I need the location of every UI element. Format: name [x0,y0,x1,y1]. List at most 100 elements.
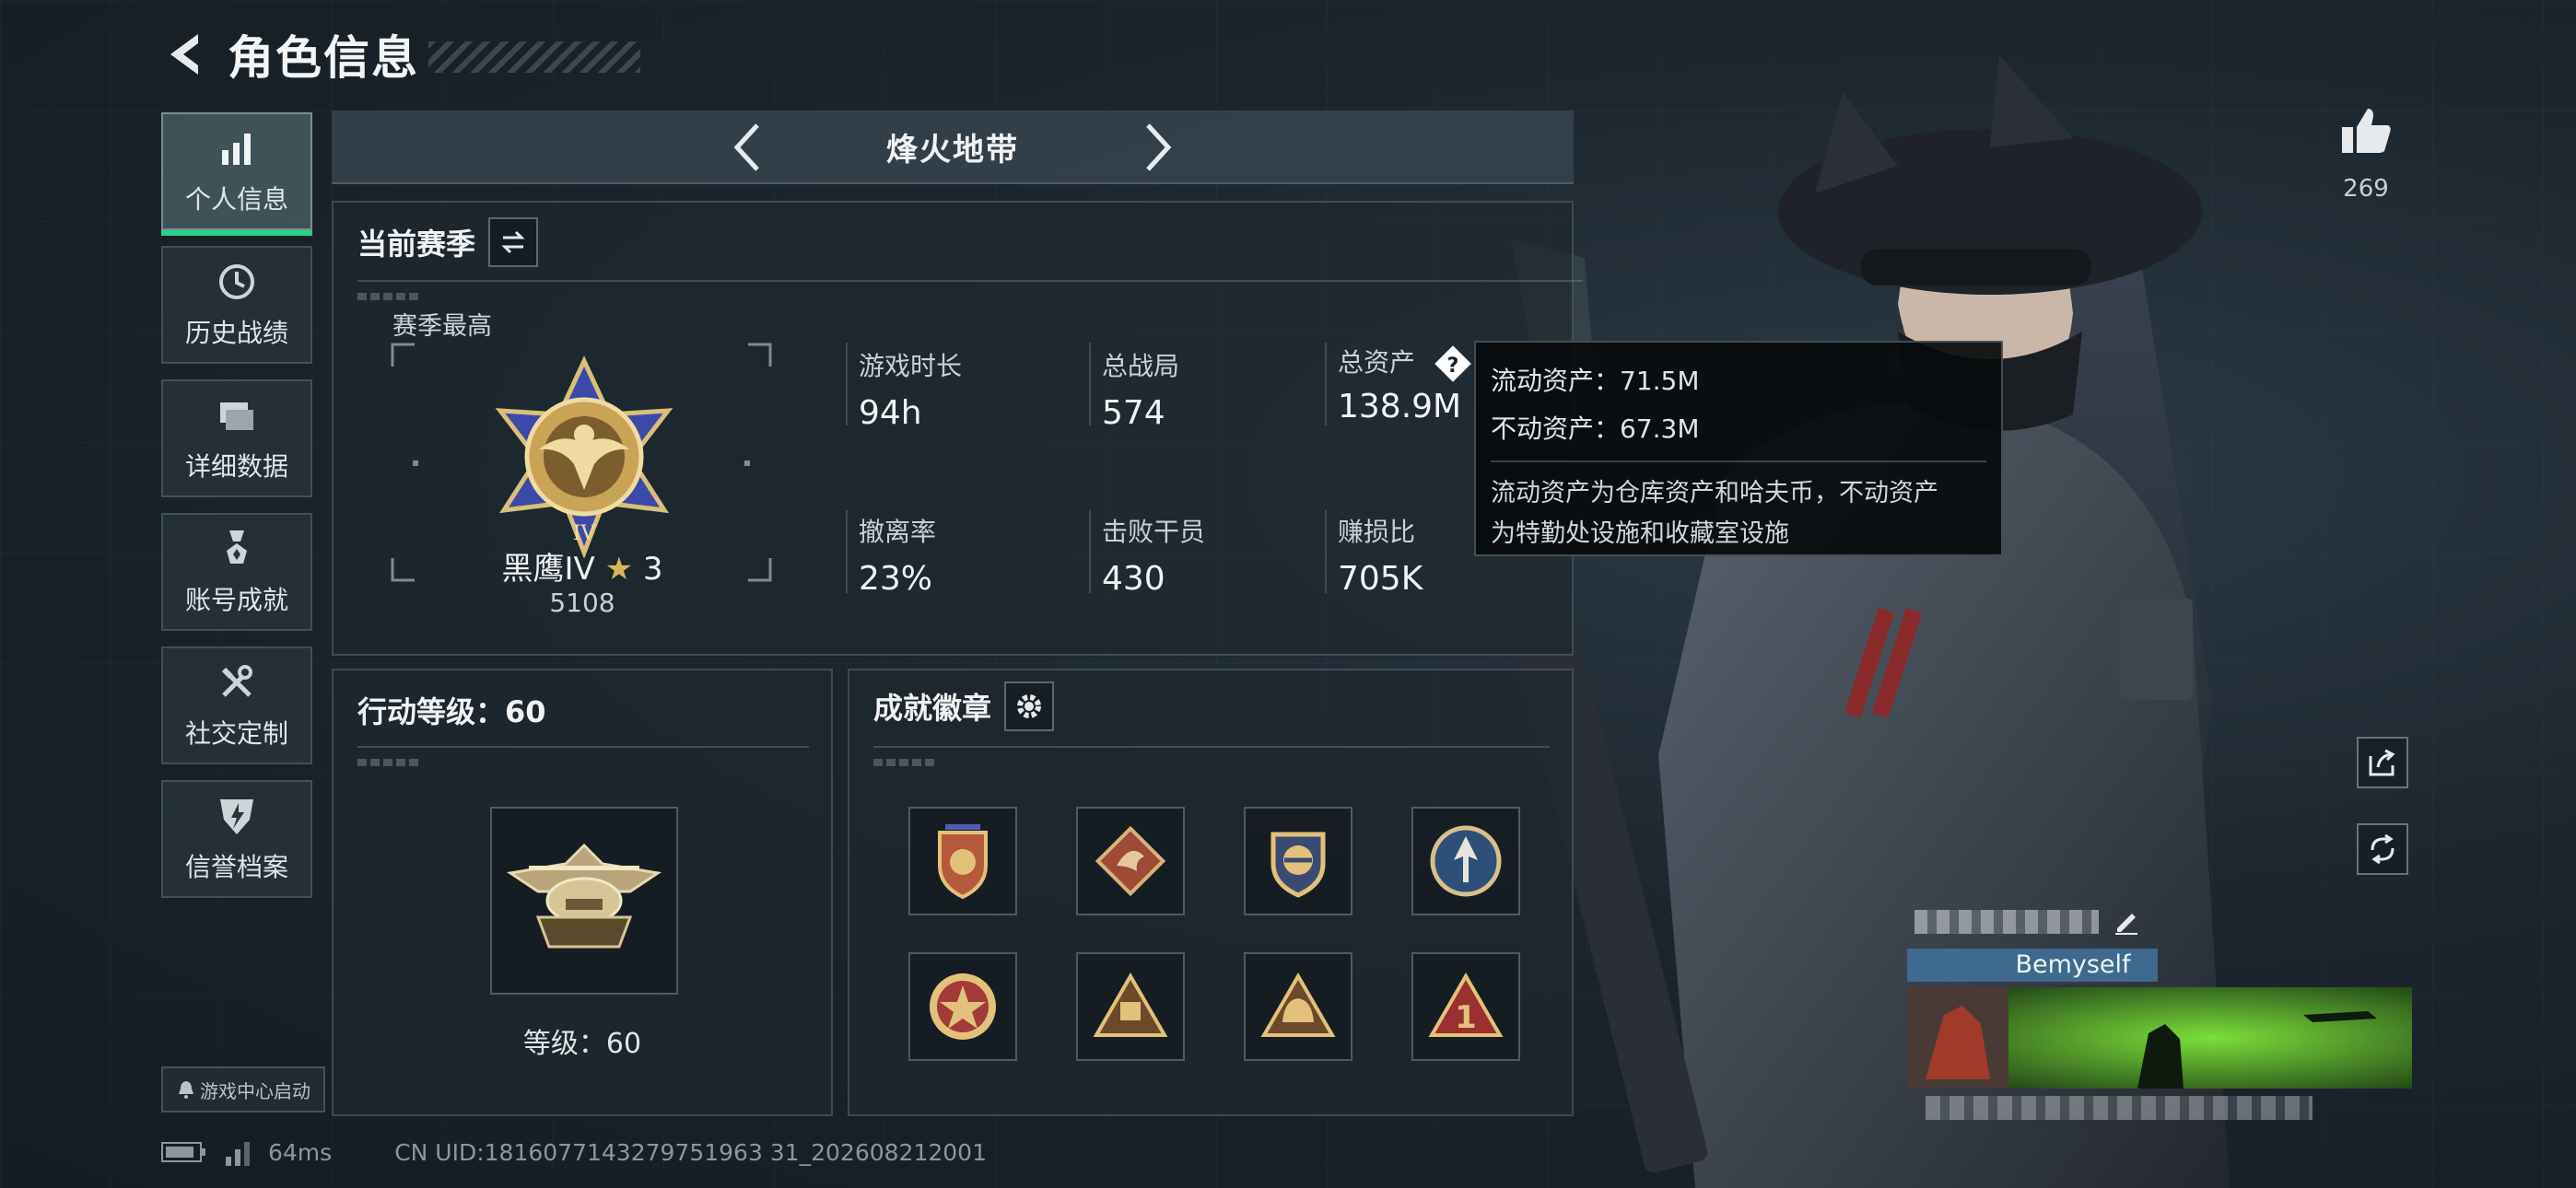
stat-label: 撤离率 [859,517,937,547]
ping-value: 64ms [268,1138,333,1166]
nav-item-reputation[interactable]: 信誉档案 [161,780,312,898]
rank-badge-icon: IV [495,355,673,558]
stat-total-matches: 总战局 574 [1102,346,1179,432]
divider [357,746,809,748]
stat-separator [1089,343,1091,425]
level-header: 行动等级：60 [357,689,546,731]
nav-item-personal-info[interactable]: 个人信息 [161,112,312,236]
svg-text:?: ? [1447,355,1459,378]
helicopter-emblem-icon [507,843,662,949]
star-badge-icon [930,973,996,1040]
nav-item-label: 信誉档案 [184,852,288,882]
season-title: 当前赛季 [357,227,476,262]
chevron-right-icon[interactable] [1139,120,1176,175]
game-center-launch-button[interactable]: 游戏中心启动 [161,1066,325,1112]
folder-icon [220,402,253,430]
gear-icon [1017,694,1042,718]
svg-text:1: 1 [1455,999,1477,1036]
nav-item-achievements[interactable]: 账号成就 [161,513,312,631]
stat-value: 430 [1102,560,1165,598]
pyramid-badge-icon [1093,973,1168,1037]
assets-tooltip: 流动资产：71.5M 不动资产：67.3M 流动资产为仓库资产和哈夫币，不动资产… [1474,341,2003,556]
stat-value: 138.9M [1338,388,1462,425]
page-header: 角色信息 [161,22,640,87]
badge-slot[interactable] [1244,952,1352,1061]
edit-icon[interactable] [2112,906,2141,936]
stat-value: 574 [1102,394,1165,432]
player-name-row [1907,903,2405,943]
stat-label: 总战局 [1102,351,1180,381]
dragon-badge-icon [1095,825,1166,897]
stat-extract-rate: 撤离率 23% [859,512,936,598]
badge-settings-button[interactable] [1004,681,1055,731]
level-title: 行动等级：60 [357,694,546,729]
nav-item-label: 历史战绩 [184,318,288,348]
season-best-label: 赛季最高 [392,312,492,341]
switch-season-button[interactable] [488,217,539,267]
nav-item-history[interactable]: 历史战绩 [161,246,312,364]
nav-item-detailed-data[interactable]: 详细数据 [161,379,312,497]
stat-total-assets: 总资产 ? 138.9M [1338,343,1473,425]
shield-badge-icon [938,824,988,900]
stat-separator [846,510,848,593]
rank-score: 5108 [549,588,615,618]
badge-slot[interactable] [1076,807,1185,915]
mode-title: 烽火地带 [886,131,1019,169]
stat-label: 击败干员 [1102,517,1206,547]
help-icon[interactable]: ? [1433,344,1473,384]
share-button[interactable] [2357,737,2408,788]
thumbs-up-icon[interactable] [2338,103,2394,158]
title-decoration [428,41,640,73]
badge-slot[interactable] [1244,807,1352,915]
signal-icon [226,1142,250,1166]
badge-slot[interactable] [1411,807,1520,915]
stat-play-time: 游戏时长 94h [859,346,962,432]
nav-item-label: 详细数据 [184,451,288,482]
star-icon: ★ [604,551,634,588]
decoration [357,759,422,766]
level-panel: 行动等级：60 等级：60 [332,669,833,1116]
mode-selector: 烽火地带 [332,111,1574,184]
rank-name: 黑鹰IV [501,551,595,588]
badge-slot[interactable]: 1 [1411,952,1520,1061]
badges-header: 成就徽章 [873,681,1055,731]
page-title: 角色信息 [228,31,419,85]
stat-label: 赚损比 [1338,517,1416,547]
badge-slot[interactable] [1076,952,1185,1061]
tooltip-divider [1491,460,1986,462]
swap-icon [501,230,525,254]
tooltip-liquid-assets: 流动资产：71.5M [1491,366,1700,396]
shield-bolt-icon [220,799,253,834]
refresh-button[interactable] [2357,823,2408,875]
stat-value: 705K [1338,560,1423,598]
tools-icon [221,665,252,697]
share-icon [2369,749,2395,776]
nav-item-social[interactable]: 社交定制 [161,646,312,764]
season-header: 当前赛季 [357,217,539,267]
decoration [357,293,422,300]
level-emblem-frame [490,807,678,995]
uid-text: CN UID:1816077143279751963 31_2026082120… [394,1138,987,1166]
badge-slot[interactable] [908,807,1017,915]
divider [357,280,1583,282]
profile-banner [1907,987,2412,1089]
crest-badge-icon [1270,832,1326,898]
back-arrow-icon[interactable] [161,29,209,80]
history-icon [219,264,254,299]
svg-text:IV: IV [573,522,597,545]
player-tag: Bemyself [2015,950,2131,979]
chevron-left-icon[interactable] [730,120,767,175]
tooltip-description-line1: 流动资产为仓库资产和哈夫币，不动资产 [1491,479,1938,507]
season-panel: 当前赛季 赛季最高 IV 黑鹰IV ★ 3 5108 游戏时长 94h 总战局 … [332,201,1583,656]
stat-separator [1325,510,1327,593]
player-subtitle-redacted [1926,1096,2313,1120]
stat-value: 23% [859,560,933,598]
player-name-redacted [1914,910,2099,934]
stat-label: 游戏时长 [859,351,963,381]
number-one-badge-icon: 1 [1428,973,1504,1037]
tooltip-fixed-assets: 不动资产：67.3M [1491,413,1700,444]
stat-separator [1089,510,1091,593]
stat-separator [1325,343,1327,425]
stat-label: 总资产 [1338,347,1416,378]
badge-slot[interactable] [908,952,1017,1061]
